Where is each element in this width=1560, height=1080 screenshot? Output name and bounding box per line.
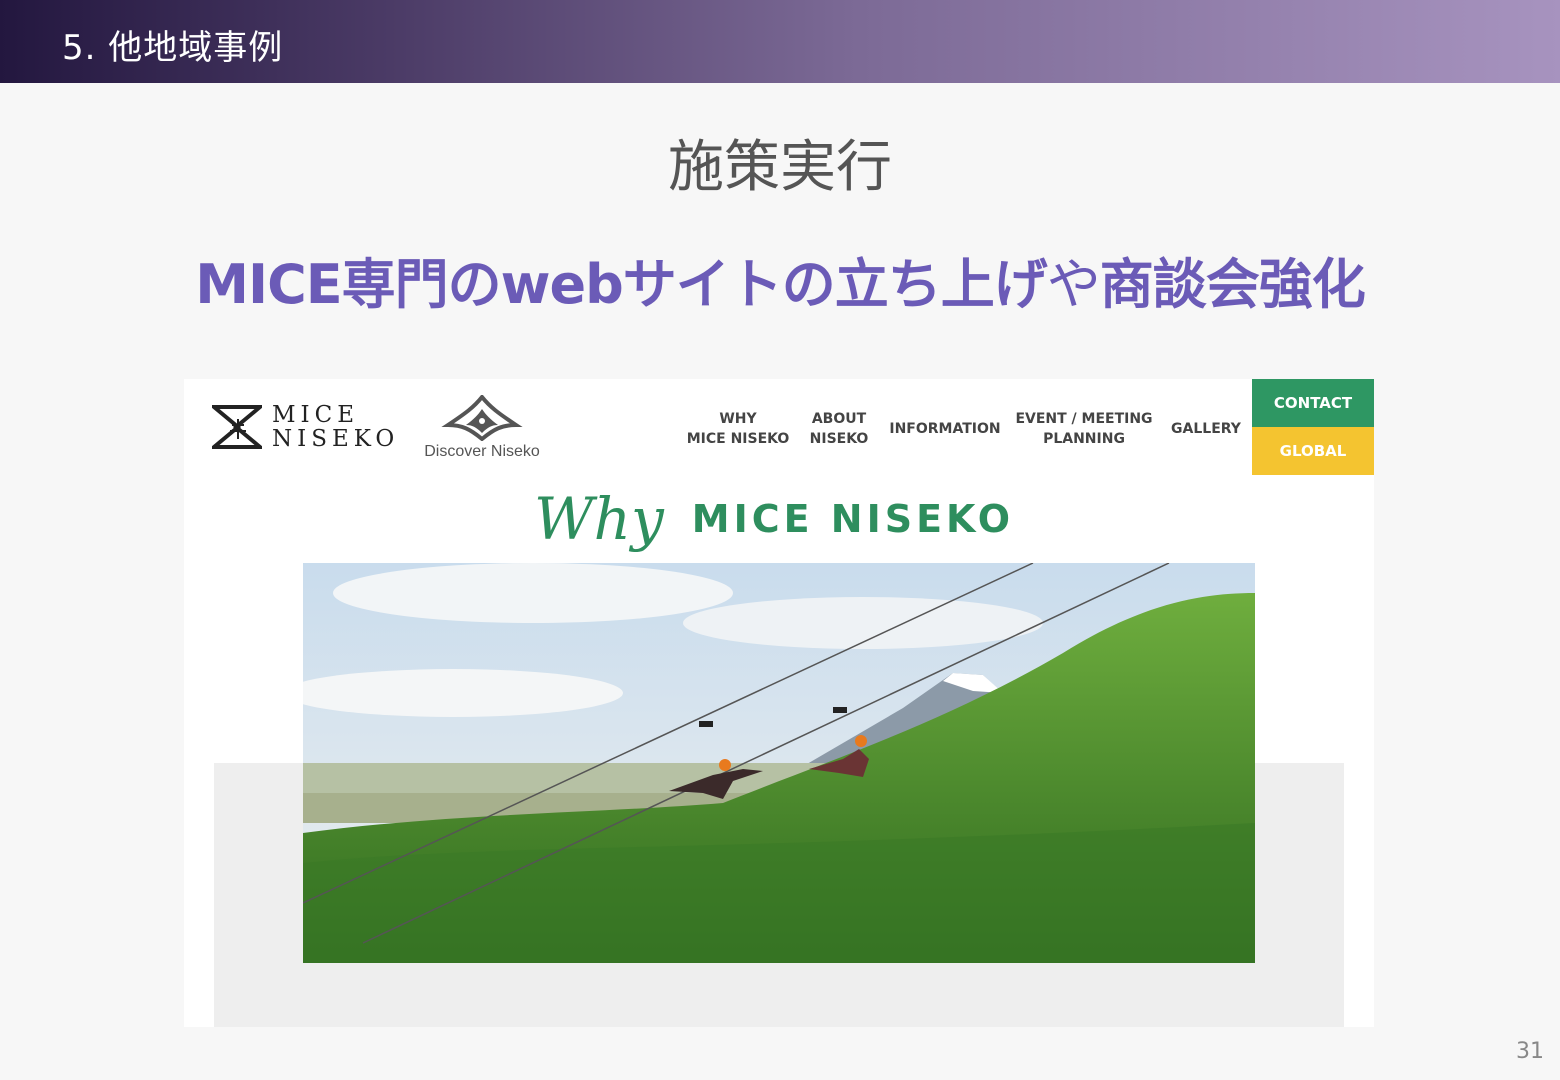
- slide-heading: 施策実行: [668, 135, 892, 200]
- why-main-text: MICE NISEKO: [691, 497, 1015, 541]
- nav-label: EVENT / MEETING: [1015, 411, 1153, 427]
- discover-niseko-caption: Discover Niseko: [424, 443, 540, 460]
- discover-niseko-logo[interactable]: Discover Niseko: [412, 393, 552, 461]
- contact-button[interactable]: CONTACT: [1252, 379, 1374, 427]
- nav-label: ABOUT: [811, 411, 867, 427]
- zipline-photo: [303, 563, 1255, 963]
- nav-item-why-mice-niseko[interactable]: WHY MICE NISEKO: [680, 407, 796, 451]
- logo-text: MICE NISEKO: [272, 403, 399, 451]
- why-mice-niseko-banner: Why MICE NISEKO: [534, 479, 1014, 559]
- logo-line-2: NISEKO: [272, 426, 400, 452]
- mice-niseko-logo-icon: [212, 405, 262, 449]
- nav-label: NISEKO: [809, 431, 869, 447]
- why-script-text: Why: [534, 485, 664, 553]
- subheading-part-2: や: [1046, 253, 1101, 316]
- nav-label: WHY: [719, 411, 757, 427]
- logo-line-1: MICE: [272, 402, 360, 428]
- mice-niseko-logo[interactable]: MICE NISEKO: [212, 403, 399, 451]
- nav-item-information[interactable]: INFORMATION: [884, 407, 1006, 451]
- ainu-pattern-icon: [441, 393, 523, 442]
- subheading-part-3: 商談会強化: [1099, 253, 1366, 316]
- page-number: 31: [1516, 1039, 1544, 1064]
- zipline-hero-image: [303, 563, 1255, 963]
- nav-label: INFORMATION: [889, 421, 1001, 437]
- nav-label: MICE NISEKO: [686, 431, 790, 447]
- nav-item-gallery[interactable]: GALLERY: [1166, 407, 1246, 451]
- website-screenshot: MICE NISEKO Discover Niseko WHY MICE NISE…: [184, 379, 1374, 1027]
- nav-label: GALLERY: [1171, 421, 1241, 437]
- slide-subheading: MICE専門のwebサイトの立ち上げや商談会強化: [0, 240, 1560, 319]
- section-title: 5. 他地域事例: [62, 28, 284, 68]
- nav-item-event-meeting-planning[interactable]: EVENT / MEETING PLANNING: [1014, 407, 1154, 451]
- nav-item-about-niseko[interactable]: ABOUT NISEKO: [802, 407, 876, 451]
- nav-label: PLANNING: [1043, 431, 1125, 447]
- section-header-bar: 5. 他地域事例: [0, 0, 1560, 83]
- global-button[interactable]: GLOBAL: [1252, 427, 1374, 475]
- subheading-part-1: MICE専門のwebサイトの立ち上げ: [195, 253, 1048, 316]
